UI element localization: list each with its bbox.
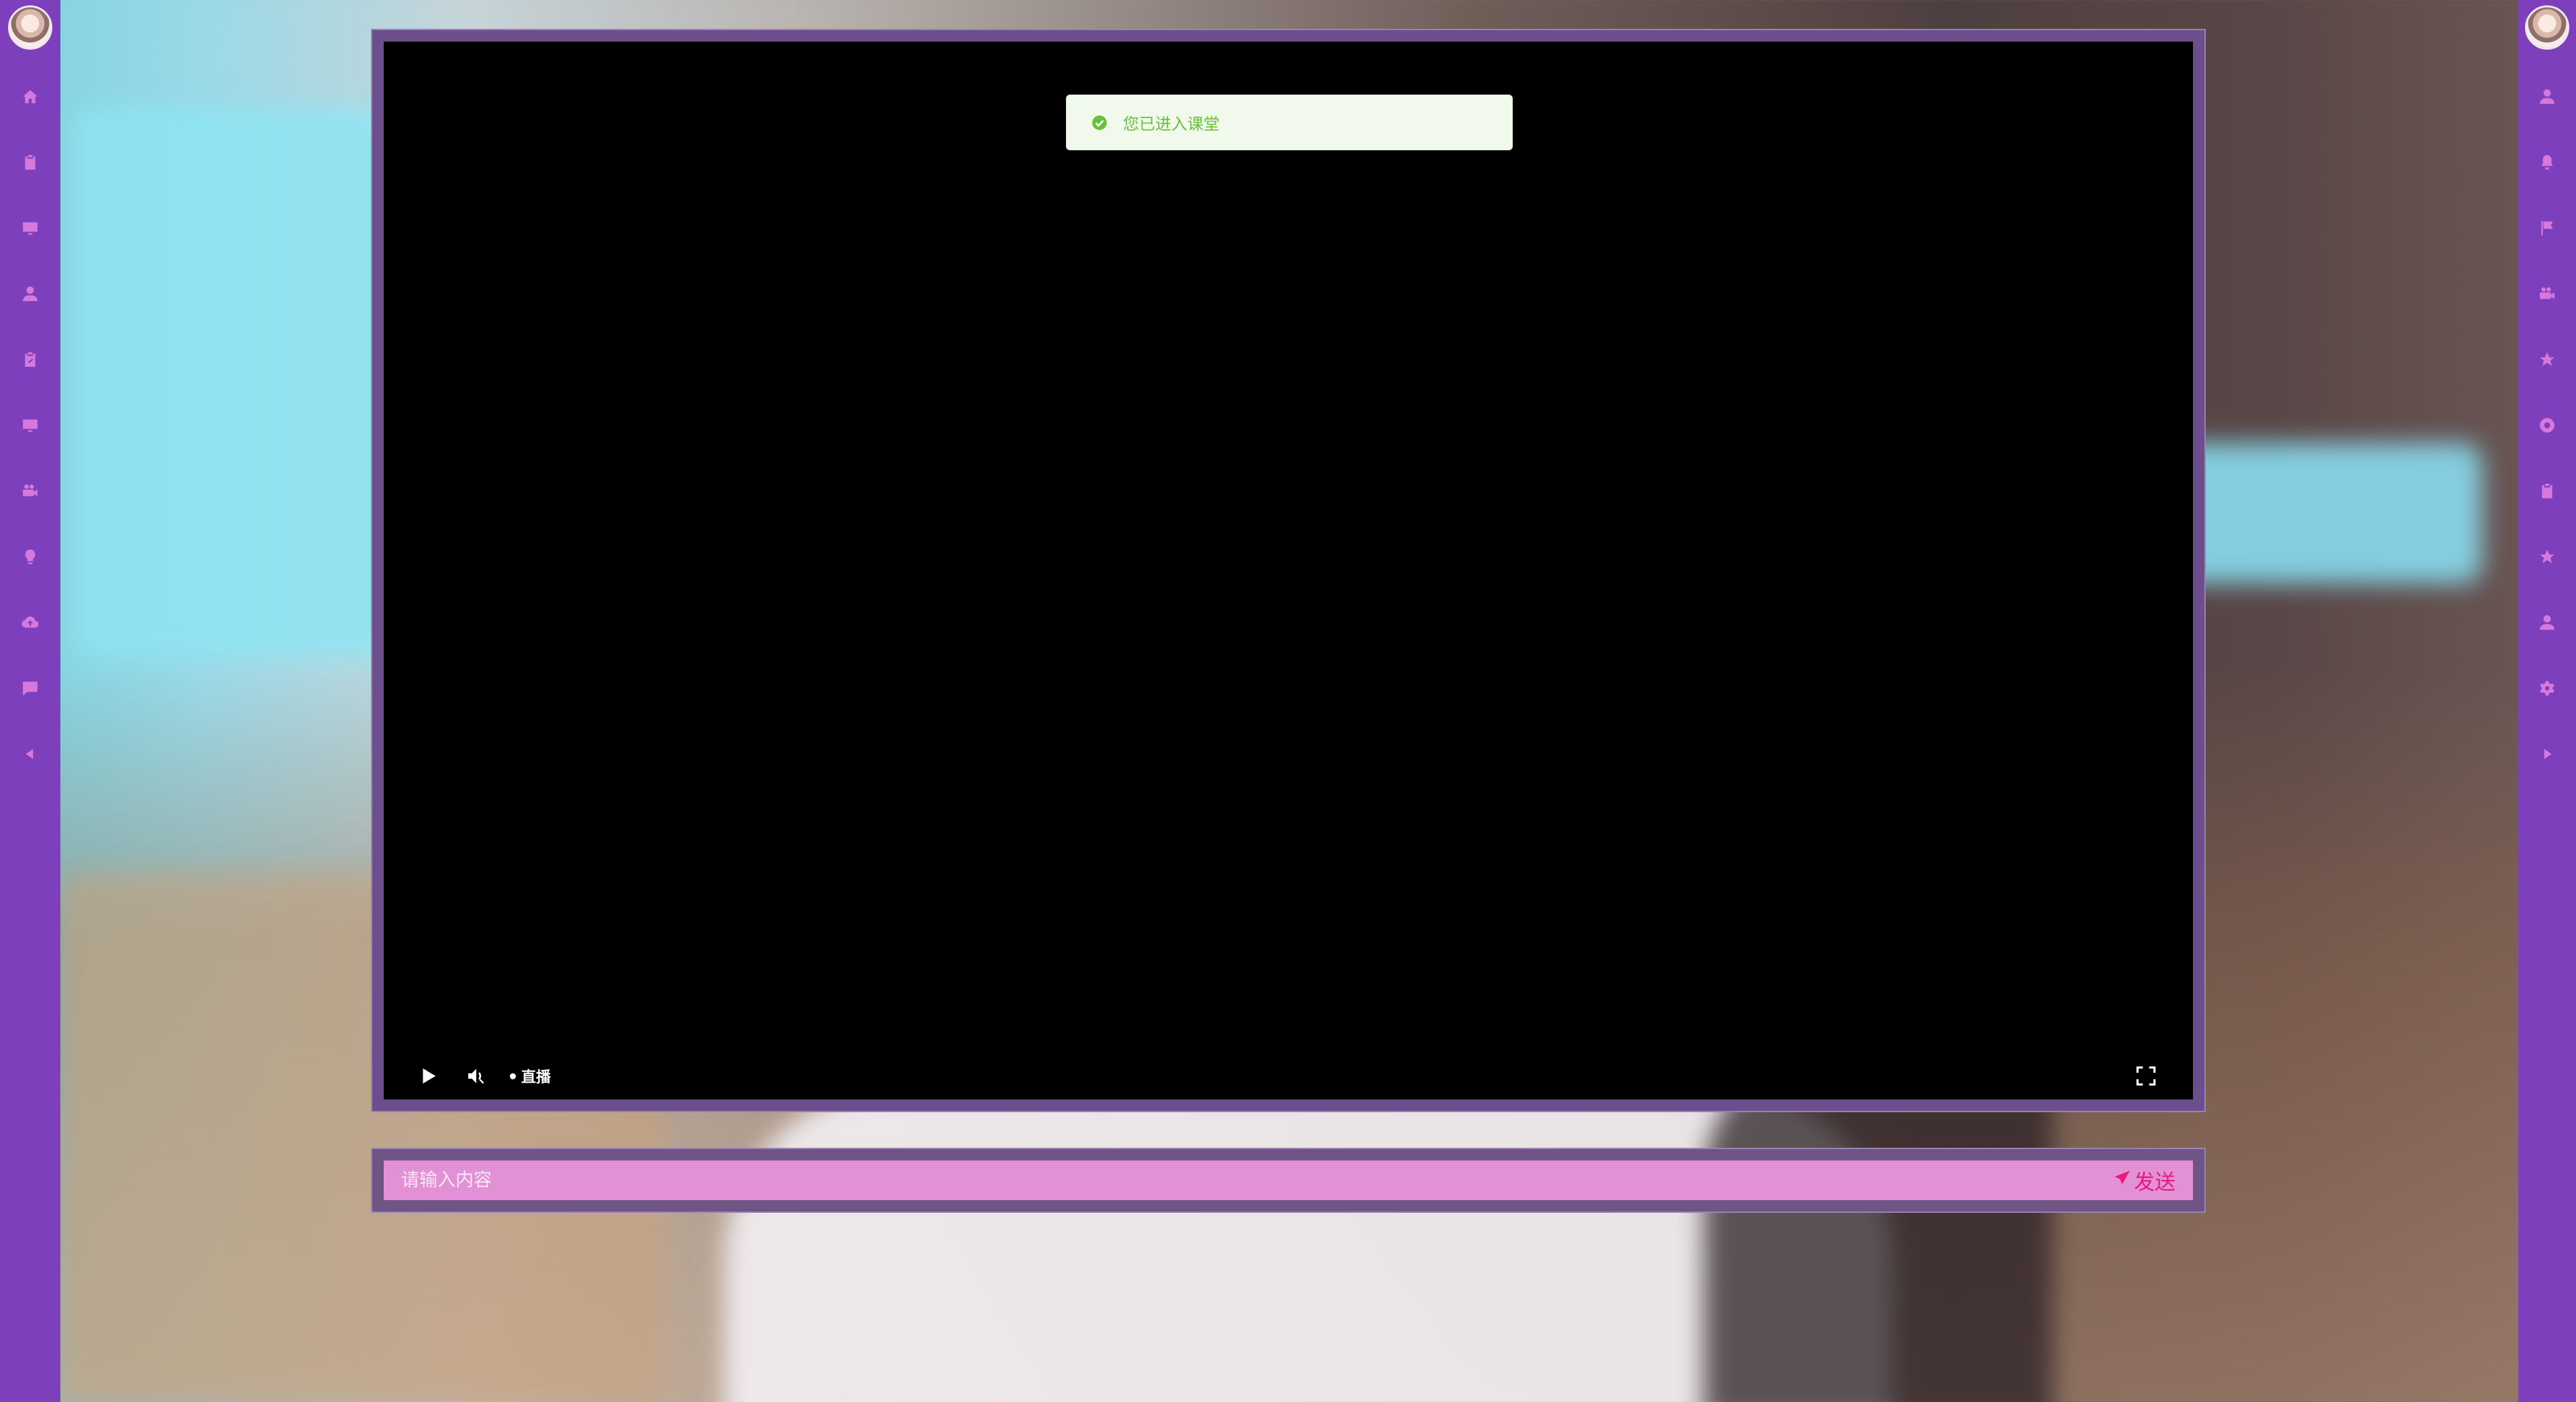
star-icon[interactable] <box>2534 543 2561 570</box>
collapse-left-icon[interactable] <box>17 741 44 767</box>
user-icon[interactable] <box>2534 609 2561 636</box>
home-icon[interactable] <box>17 83 44 110</box>
video-panel: 您已进入课堂 直播 <box>371 29 2206 1112</box>
check-circle-icon <box>1091 114 1108 131</box>
lifebuoy-icon[interactable] <box>2534 412 2561 439</box>
fullscreen-icon[interactable] <box>2131 1061 2161 1091</box>
monitor-icon[interactable] <box>17 215 44 241</box>
background-window <box>74 107 423 657</box>
left-sidebar <box>0 0 60 1402</box>
send-label: 发送 <box>2134 1171 2176 1195</box>
live-dot <box>510 1073 516 1079</box>
video-camera-icon[interactable] <box>17 478 44 504</box>
chat-bar: 发送 <box>384 1161 2193 1200</box>
toast-message: 您已进入课堂 <box>1123 115 1220 133</box>
right-sidebar <box>2518 0 2576 1402</box>
user-icon[interactable] <box>17 280 44 307</box>
avatar-right[interactable] <box>2525 5 2569 50</box>
success-toast: 您已进入课堂 <box>1066 95 1513 150</box>
send-button[interactable]: 发送 <box>2113 1165 2176 1195</box>
video-camera-icon[interactable] <box>2534 280 2561 307</box>
star-icon[interactable] <box>2534 346 2561 373</box>
flag-icon[interactable] <box>2534 215 2561 241</box>
desktop-icon[interactable] <box>17 412 44 439</box>
gear-icon[interactable] <box>2534 675 2561 702</box>
collapse-right-icon[interactable] <box>2534 741 2561 767</box>
avatar[interactable] <box>8 5 52 50</box>
chat-input[interactable] <box>401 1170 2113 1191</box>
cloud-upload-icon[interactable] <box>17 609 44 636</box>
clipboard-icon[interactable] <box>17 149 44 176</box>
video-player[interactable]: 您已进入课堂 直播 <box>384 42 2193 1099</box>
live-indicator: 直播 <box>510 1065 551 1087</box>
lightbulb-icon[interactable] <box>17 543 44 570</box>
live-label: 直播 <box>521 1069 551 1086</box>
user-icon[interactable] <box>2534 83 2561 110</box>
checklist-icon[interactable] <box>17 346 44 373</box>
play-icon[interactable] <box>415 1063 441 1089</box>
paper-plane-icon <box>2113 1169 2134 1193</box>
chat-icon[interactable] <box>17 675 44 702</box>
bell-icon[interactable] <box>2534 149 2561 176</box>
clipboard-icon[interactable] <box>2534 478 2561 504</box>
chat-panel: 发送 <box>371 1148 2206 1213</box>
player-controls: 直播 <box>384 1053 2193 1099</box>
volume-icon[interactable] <box>462 1063 491 1089</box>
